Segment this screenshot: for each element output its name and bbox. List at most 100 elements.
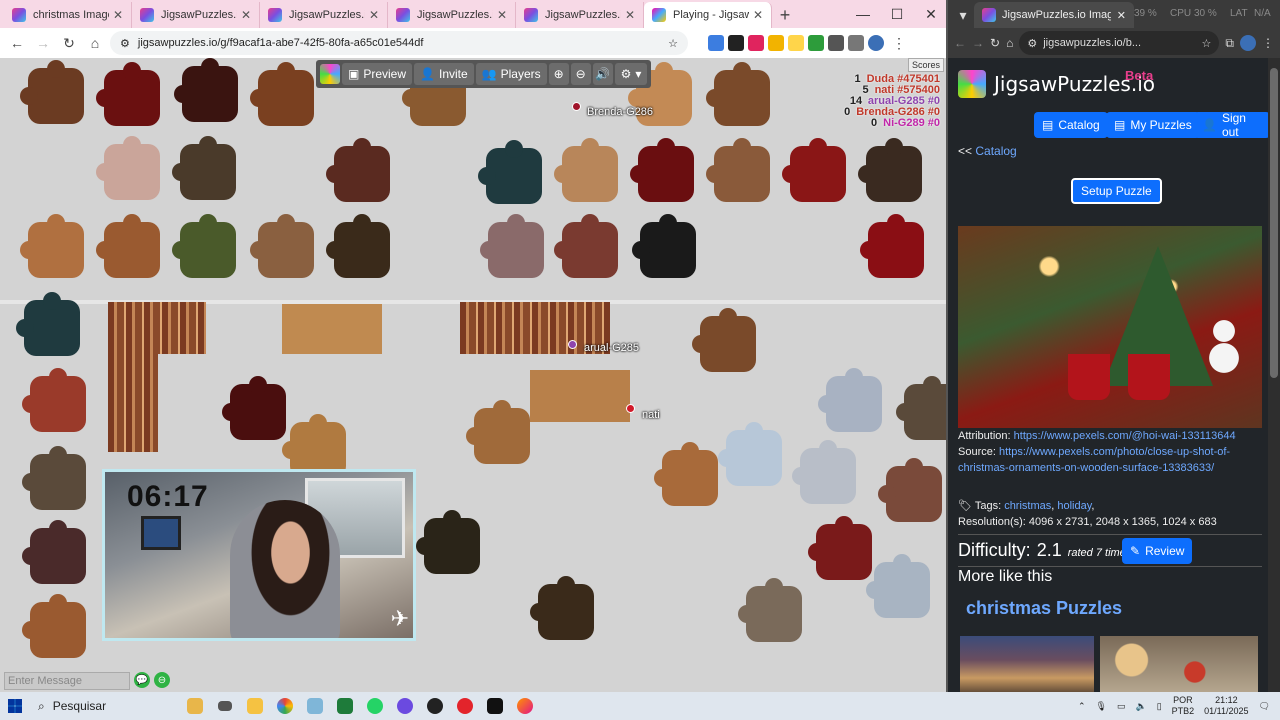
extension-icon[interactable]: [708, 35, 724, 51]
home-icon[interactable]: ⌂: [84, 32, 106, 54]
puzzle-piece[interactable]: [738, 578, 802, 642]
notion-icon[interactable]: [480, 692, 510, 720]
puzzle-piece[interactable]: [858, 138, 922, 202]
opera-icon[interactable]: [450, 692, 480, 720]
back-icon[interactable]: ←: [6, 32, 28, 54]
invite-button[interactable]: 👤 Invite: [414, 63, 474, 85]
microphone-icon[interactable]: 🎙: [1096, 701, 1107, 712]
tab-2[interactable]: JigsawPuzzles.io Image ✕: [260, 2, 388, 28]
extension-icon[interactable]: [728, 35, 744, 51]
site-info-icon[interactable]: ⚙: [120, 37, 130, 50]
puzzle-piece[interactable]: [706, 138, 770, 202]
notifications-icon[interactable]: 🗨: [1259, 701, 1270, 712]
attribution-link[interactable]: https://www.pexels.com/@hoi-wai-13311364…: [1014, 430, 1236, 442]
puzzle-piece[interactable]: [654, 442, 718, 506]
menu-icon[interactable]: ⋮: [888, 32, 910, 54]
tag-link[interactable]: christmas: [1004, 500, 1051, 512]
puzzle-piece[interactable]: [632, 214, 696, 278]
extensions-puzzle-icon[interactable]: ⧉: [1225, 36, 1234, 51]
puzzle-piece[interactable]: [20, 60, 84, 124]
assembled-section[interactable]: [282, 304, 382, 354]
puzzle-piece[interactable]: [174, 58, 238, 122]
taskbar-search[interactable]: ⌕ Pesquisar: [30, 692, 180, 720]
related-puzzle-thumbnail[interactable]: [1100, 636, 1258, 692]
puzzle-piece[interactable]: [782, 138, 846, 202]
chat-input[interactable]: Enter Message: [4, 672, 130, 690]
bookmark-star-icon[interactable]: ☆: [1202, 37, 1212, 50]
extension-icon[interactable]: [768, 35, 784, 51]
puzzle-board[interactable]: ▣ Preview 👤 Invite 👥 Players ⊕ ⊖ 🔊 ⚙ ▾ Score…: [0, 58, 946, 692]
puzzle-piece[interactable]: [172, 136, 236, 200]
close-icon[interactable]: ✕: [753, 8, 763, 22]
category-link[interactable]: christmas Puzzles: [966, 598, 1122, 619]
widgets-icon[interactable]: [180, 692, 210, 720]
puzzle-piece[interactable]: [554, 138, 618, 202]
scrollbar-thumb[interactable]: [1270, 68, 1278, 378]
puzzle-piece[interactable]: [172, 214, 236, 278]
close-icon[interactable]: ✕: [113, 8, 123, 22]
setup-puzzle-button[interactable]: Setup Puzzle: [1071, 178, 1162, 204]
puzzle-piece[interactable]: [222, 376, 286, 440]
reload-icon[interactable]: ↻: [58, 32, 80, 54]
related-puzzle-thumbnail[interactable]: [960, 636, 1094, 692]
reload-icon[interactable]: ↻: [990, 36, 1000, 50]
puzzle-piece[interactable]: [896, 376, 946, 440]
puzzle-piece[interactable]: [692, 308, 756, 372]
address-bar[interactable]: ⚙ jigsawpuzzles.io/g/f9acaf1a-abe7-42f5-…: [110, 31, 688, 55]
forward-icon[interactable]: →: [32, 32, 54, 54]
tag-link[interactable]: holiday: [1057, 500, 1091, 512]
puzzle-piece[interactable]: [706, 62, 770, 126]
whatsapp-icon[interactable]: [360, 692, 390, 720]
battery-icon[interactable]: ▯: [1157, 701, 1162, 712]
catalog-back-link[interactable]: Catalog: [975, 144, 1016, 158]
chevron-up-icon[interactable]: ⌃: [1078, 701, 1086, 712]
extensions-puzzle-icon[interactable]: [848, 35, 864, 51]
tab-3[interactable]: JigsawPuzzles.io Image ✕: [388, 2, 516, 28]
puzzle-piece[interactable]: [250, 62, 314, 126]
extension-icon[interactable]: [788, 35, 804, 51]
catalog-button[interactable]: ▤ Catalog: [1034, 112, 1108, 138]
settings-button[interactable]: ⚙ ▾: [614, 63, 648, 85]
clock[interactable]: 21:12 01/11/2025: [1204, 695, 1248, 717]
back-icon[interactable]: ←: [954, 36, 966, 50]
puzzle-piece[interactable]: [96, 62, 160, 126]
players-button[interactable]: 👥 Players: [475, 63, 547, 85]
close-icon[interactable]: ✕: [625, 8, 635, 22]
puzzle-piece[interactable]: [860, 214, 924, 278]
tab-active[interactable]: JigsawPuzzles.io Image - 3444 ✕: [974, 2, 1134, 28]
site-brand[interactable]: JigsawPuzzles.io Beta: [958, 68, 1155, 98]
app-icon[interactable]: [300, 692, 330, 720]
assembled-section[interactable]: [108, 302, 158, 452]
puzzle-piece[interactable]: [96, 214, 160, 278]
extension-icon[interactable]: [748, 35, 764, 51]
chat-toggle-icon[interactable]: ⊖: [154, 672, 170, 688]
puzzle-piece[interactable]: [818, 368, 882, 432]
puzzle-piece[interactable]: [22, 368, 86, 432]
puzzle-piece[interactable]: [478, 140, 542, 204]
puzzle-piece[interactable]: [480, 214, 544, 278]
puzzle-piece[interactable]: [96, 136, 160, 200]
preview-button[interactable]: ▣ Preview: [342, 63, 413, 85]
puzzle-piece[interactable]: [250, 214, 314, 278]
app-icon[interactable]: [390, 692, 420, 720]
assembled-section[interactable]: [530, 370, 630, 422]
sign-out-button[interactable]: 👤 Sign out: [1194, 111, 1270, 139]
scrollbar[interactable]: [1268, 58, 1280, 692]
bookmark-star-icon[interactable]: ☆: [668, 37, 678, 50]
puzzle-piece[interactable]: [22, 594, 86, 658]
home-icon[interactable]: ⌂: [1006, 36, 1013, 50]
firefox-icon[interactable]: [510, 692, 540, 720]
new-tab-button[interactable]: +: [772, 2, 798, 28]
puzzle-piece[interactable]: [22, 520, 86, 584]
app-icon[interactable]: [330, 692, 360, 720]
puzzle-piece[interactable]: [326, 138, 390, 202]
extension-icon[interactable]: [808, 35, 824, 51]
tab-5-active[interactable]: Playing - JigsawPuzzle ✕: [644, 2, 772, 28]
tab-4[interactable]: JigsawPuzzles.io Image ✕: [516, 2, 644, 28]
start-button[interactable]: [0, 692, 30, 720]
puzzle-piece[interactable]: [630, 138, 694, 202]
puzzle-piece[interactable]: [20, 214, 84, 278]
scores-tab[interactable]: Scores: [907, 58, 944, 72]
tab-search-icon[interactable]: ▾: [952, 2, 974, 28]
tab-0[interactable]: christmas Images - Jig ✕: [4, 2, 132, 28]
